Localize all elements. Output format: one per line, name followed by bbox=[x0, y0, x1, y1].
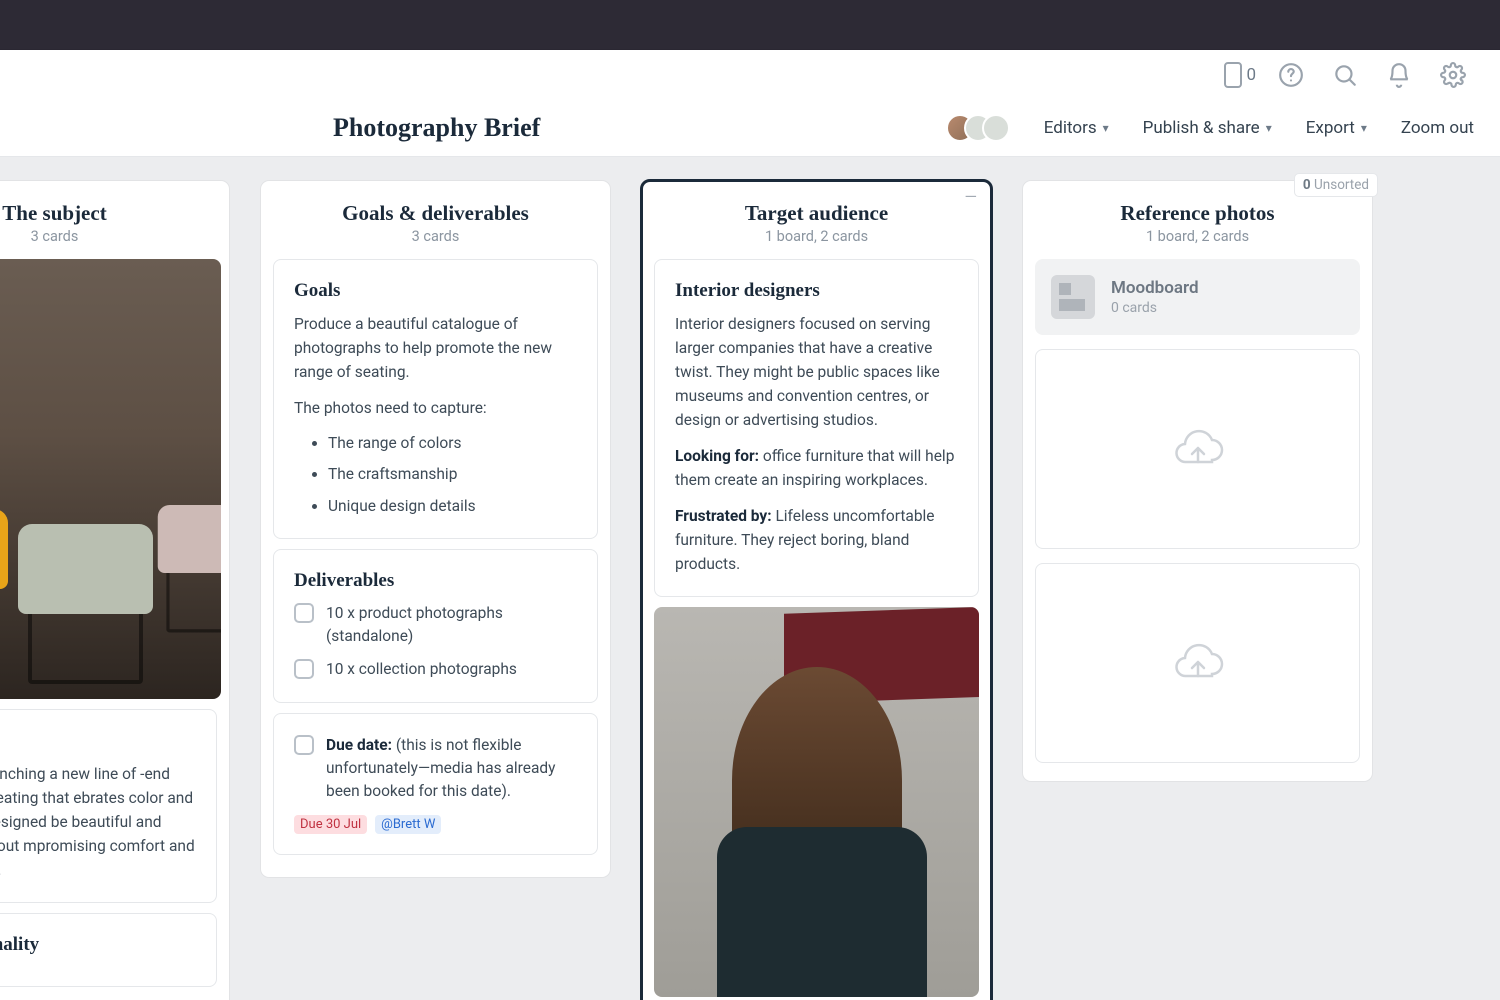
column-goals[interactable]: Goals & deliverables 3 cards Goals Produ… bbox=[261, 181, 610, 877]
help-icon bbox=[1278, 62, 1304, 88]
tag-row: Due 30 Jul @Brett W bbox=[294, 815, 577, 834]
board-canvas[interactable]: The subject 3 cards ckground Form are la… bbox=[0, 157, 1500, 1000]
phone-icon bbox=[1224, 62, 1242, 88]
columns-row: The subject 3 cards ckground Form are la… bbox=[0, 181, 1500, 1000]
publish-share-dropdown[interactable]: Publish & share ▾ bbox=[1143, 118, 1272, 138]
board-header: Photography Brief Editors ▾ Publish & sh… bbox=[0, 100, 1500, 157]
column-subject[interactable]: The subject 3 cards ckground Form are la… bbox=[0, 181, 229, 1000]
search-icon bbox=[1332, 62, 1358, 88]
checklist-label: Due date: (this is not flexible unfortun… bbox=[326, 734, 577, 804]
checklist-label: 10 x product photographs (standalone) bbox=[326, 602, 577, 649]
editors-dropdown[interactable]: Editors ▾ bbox=[1044, 118, 1109, 138]
upload-dropzone[interactable] bbox=[1035, 349, 1360, 549]
card-personality[interactable]: and personality bbox=[0, 913, 217, 987]
checkbox[interactable] bbox=[294, 603, 314, 623]
list-item: Unique design details bbox=[328, 495, 577, 518]
card-image-person[interactable] bbox=[654, 607, 979, 997]
column-title[interactable]: Reference photos bbox=[1035, 201, 1360, 226]
card-heading: Interior designers bbox=[675, 280, 958, 302]
upload-cloud-icon bbox=[1170, 426, 1226, 472]
upload-cloud-icon bbox=[1170, 640, 1226, 686]
moodboard-subtitle: 0 cards bbox=[1111, 300, 1199, 316]
card-background[interactable]: ckground Form are launching a new line o… bbox=[0, 709, 217, 903]
chevron-down-icon: ▾ bbox=[1361, 121, 1367, 135]
mention-tag[interactable]: @Brett W bbox=[375, 815, 441, 834]
column-target-audience[interactable]: Target audience 1 board, 2 cards Interio… bbox=[642, 181, 991, 1000]
card-text: The photos need to capture: bbox=[294, 396, 577, 420]
card-text: Looking for: office furniture that will … bbox=[675, 444, 958, 492]
card-text: Produce a beautiful catalogue of photogr… bbox=[294, 312, 577, 384]
card-image-chairs[interactable] bbox=[0, 259, 221, 699]
due-tag[interactable]: Due 30 Jul bbox=[294, 815, 367, 834]
list-item: The craftsmanship bbox=[328, 463, 577, 486]
list-item: The range of colors bbox=[328, 432, 577, 455]
checklist-label: 10 x collection photographs bbox=[326, 658, 517, 681]
checklist-item[interactable]: Due date: (this is not flexible unfortun… bbox=[294, 734, 577, 804]
column-subtitle: 3 cards bbox=[273, 228, 598, 245]
card-interior-designers[interactable]: Interior designers Interior designers fo… bbox=[654, 259, 979, 597]
card-goals[interactable]: Goals Produce a beautiful catalogue of p… bbox=[273, 259, 598, 539]
column-subtitle: 1 board, 2 cards bbox=[1035, 228, 1360, 245]
card-deliverables[interactable]: Deliverables 10 x product photographs (s… bbox=[273, 549, 598, 703]
moodboard-icon bbox=[1051, 275, 1095, 319]
search-button[interactable] bbox=[1326, 56, 1364, 94]
publish-label: Publish & share bbox=[1143, 118, 1260, 138]
unsorted-badge[interactable]: 0 Unsorted bbox=[1294, 173, 1378, 197]
bullet-list: The range of colors The craftsmanship Un… bbox=[294, 432, 577, 518]
column-title[interactable]: Target audience bbox=[654, 201, 979, 226]
card-text: Frustrated by: Lifeless uncomfortable fu… bbox=[675, 504, 958, 576]
zoom-out-label: Zoom out bbox=[1401, 118, 1474, 138]
card-text: Interior designers focused on serving la… bbox=[675, 312, 958, 432]
avatar bbox=[982, 114, 1010, 142]
settings-button[interactable] bbox=[1434, 56, 1472, 94]
card-due-date[interactable]: Due date: (this is not flexible unfortun… bbox=[273, 713, 598, 856]
column-reference-photos[interactable]: 0 Unsorted Reference photos 1 board, 2 c… bbox=[1023, 181, 1372, 781]
moodboard-card[interactable]: Moodboard 0 cards bbox=[1035, 259, 1360, 335]
checklist-item[interactable]: 10 x product photographs (standalone) bbox=[294, 602, 577, 649]
checklist-item[interactable]: 10 x collection photographs bbox=[294, 658, 577, 681]
editors-label: Editors bbox=[1044, 118, 1097, 138]
topbar: 0 bbox=[0, 50, 1500, 100]
bell-icon bbox=[1386, 62, 1412, 88]
checkbox[interactable] bbox=[294, 735, 314, 755]
mobile-preview-button[interactable]: 0 bbox=[1224, 62, 1256, 88]
column-subtitle: 1 board, 2 cards bbox=[654, 228, 979, 245]
upload-dropzone[interactable] bbox=[1035, 563, 1360, 763]
chevron-down-icon: ▾ bbox=[1266, 121, 1272, 135]
moodboard-title: Moodboard bbox=[1111, 278, 1199, 298]
column-title[interactable]: Goals & deliverables bbox=[273, 201, 598, 226]
chevron-down-icon: ▾ bbox=[1103, 121, 1109, 135]
gear-icon bbox=[1440, 62, 1466, 88]
checkbox[interactable] bbox=[294, 659, 314, 679]
export-dropdown[interactable]: Export ▾ bbox=[1306, 118, 1367, 138]
card-heading: Deliverables bbox=[294, 570, 577, 592]
column-subtitle: 3 cards bbox=[0, 228, 217, 245]
card-heading: ckground bbox=[0, 730, 196, 752]
zoom-out-button[interactable]: Zoom out bbox=[1401, 118, 1474, 138]
notifications-button[interactable] bbox=[1380, 56, 1418, 94]
help-button[interactable] bbox=[1272, 56, 1310, 94]
export-label: Export bbox=[1306, 118, 1355, 138]
collaborator-avatars[interactable] bbox=[946, 114, 1010, 142]
app-window: ef 0 Photography Brief Editors ▾ bbox=[0, 50, 1500, 1000]
board-title[interactable]: Photography Brief bbox=[333, 113, 540, 143]
card-heading: and personality bbox=[0, 934, 196, 956]
column-title[interactable]: The subject bbox=[0, 201, 217, 226]
card-heading: Goals bbox=[294, 280, 577, 302]
mobile-count-value: 0 bbox=[1246, 65, 1256, 85]
card-text: Form are launching a new line of -end wo… bbox=[0, 762, 196, 882]
